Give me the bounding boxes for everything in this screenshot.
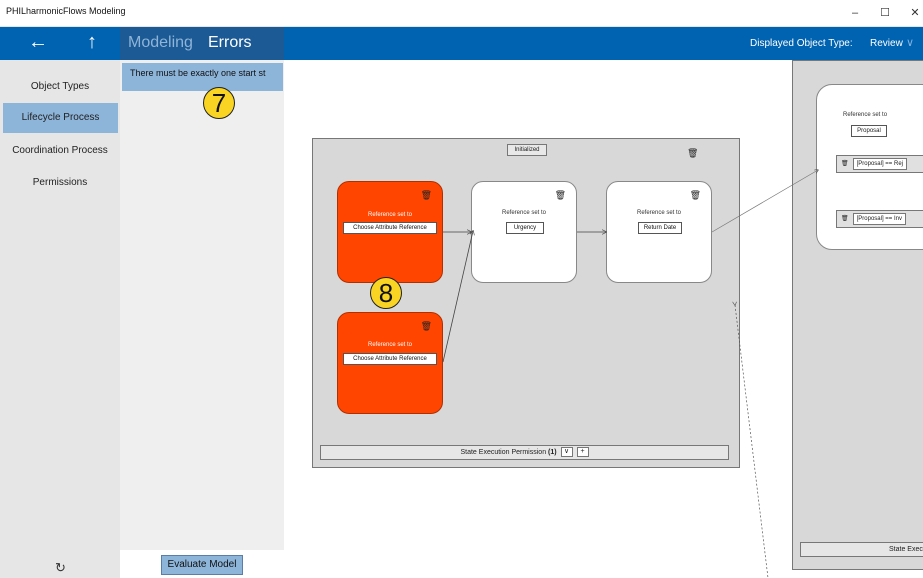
- sidebar-item-object-types[interactable]: Object Types: [0, 72, 120, 102]
- trash-icon[interactable]: 🗑: [841, 161, 849, 167]
- step-label: Reference set to: [636, 210, 682, 216]
- errors-panel: There must be exactly one start st: [120, 60, 284, 550]
- state-execution-permission-bar[interactable]: State Execution Permission (1) ∨ +: [320, 445, 729, 460]
- chevron-down-icon[interactable]: ∨: [906, 36, 914, 49]
- sidebar-item-permissions[interactable]: Permissions: [0, 168, 120, 198]
- expand-chevron-icon[interactable]: ∨: [560, 447, 573, 458]
- state-trash-icon[interactable]: 🗑: [687, 148, 698, 159]
- trash-icon[interactable]: 🗑: [841, 216, 849, 222]
- tab-errors[interactable]: Errors: [208, 34, 252, 52]
- back-arrow-icon[interactable]: ←: [18, 27, 58, 60]
- annotation-marker-8: 8: [370, 277, 402, 309]
- app-bar: ← ↑ Modeling Errors Displayed Object Typ…: [0, 27, 923, 60]
- error-list-item[interactable]: There must be exactly one start st: [122, 63, 283, 91]
- step-card[interactable]: 🗑 Reference set to Return Date: [606, 181, 712, 283]
- window-title: PHILharmonicFlows Modeling: [6, 6, 126, 16]
- tab-modeling[interactable]: Modeling: [128, 34, 193, 52]
- add-permission-button[interactable]: +: [576, 447, 589, 458]
- right-permission-label: State Exec: [889, 546, 923, 553]
- step-card-error[interactable]: 🗑 Reference set to Choose Attribute Refe…: [337, 181, 443, 283]
- step-label: Reference set to: [501, 210, 547, 216]
- attribute-reference-select[interactable]: Choose Attribute Reference: [343, 222, 437, 234]
- trash-icon[interactable]: 🗑: [421, 321, 432, 332]
- window-titlebar: PHILharmonicFlows Modeling – ☐ ✕: [0, 0, 923, 27]
- sync-icon[interactable]: ↻: [55, 560, 66, 576]
- evaluate-model-button[interactable]: Evaluate Model: [161, 555, 243, 575]
- up-arrow-icon[interactable]: ↑: [72, 27, 112, 60]
- step-card[interactable]: 🗑 Reference set to Urgency: [471, 181, 577, 283]
- minimize-button[interactable]: –: [840, 4, 870, 22]
- sidebar-item-lifecycle-process[interactable]: Lifecycle Process: [3, 103, 118, 133]
- displayed-object-type-select[interactable]: Review: [870, 38, 903, 49]
- condition-text: [Proposal] == Inv: [852, 213, 906, 225]
- maximize-button[interactable]: ☐: [870, 4, 900, 22]
- attribute-reference-select[interactable]: Urgency: [506, 222, 544, 234]
- close-button[interactable]: ✕: [900, 4, 923, 22]
- sidebar: Object Types Lifecycle Process Coordinat…: [0, 60, 120, 578]
- annotation-marker-7: 7: [203, 87, 235, 119]
- right-step-label: Reference set to: [843, 112, 888, 118]
- state-name-badge[interactable]: Initialized: [507, 144, 547, 156]
- condition-text: [Proposal] == Rej: [852, 158, 907, 170]
- permission-count: (1): [548, 449, 557, 456]
- trash-icon[interactable]: 🗑: [555, 190, 566, 201]
- trash-icon[interactable]: 🗑: [690, 190, 701, 201]
- step-label: Reference set to: [367, 342, 413, 348]
- permission-label: State Execution Permission: [460, 449, 547, 456]
- trash-icon[interactable]: 🗑: [421, 190, 432, 201]
- attribute-reference-select[interactable]: Return Date: [638, 222, 682, 234]
- sidebar-item-coordination-process[interactable]: Coordination Process: [0, 136, 120, 166]
- condition-row[interactable]: 🗑 [Proposal] == Inv: [836, 210, 923, 228]
- attribute-reference-select[interactable]: Choose Attribute Reference: [343, 353, 437, 365]
- displayed-object-type-label: Displayed Object Type:: [750, 38, 853, 49]
- step-card-error[interactable]: 🗑 Reference set to Choose Attribute Refe…: [337, 312, 443, 414]
- right-step-value[interactable]: Proposal: [851, 125, 887, 137]
- condition-row[interactable]: 🗑 [Proposal] == Rej: [836, 155, 923, 173]
- right-permission-bar[interactable]: State Exec: [800, 542, 923, 557]
- step-label: Reference set to: [367, 212, 413, 218]
